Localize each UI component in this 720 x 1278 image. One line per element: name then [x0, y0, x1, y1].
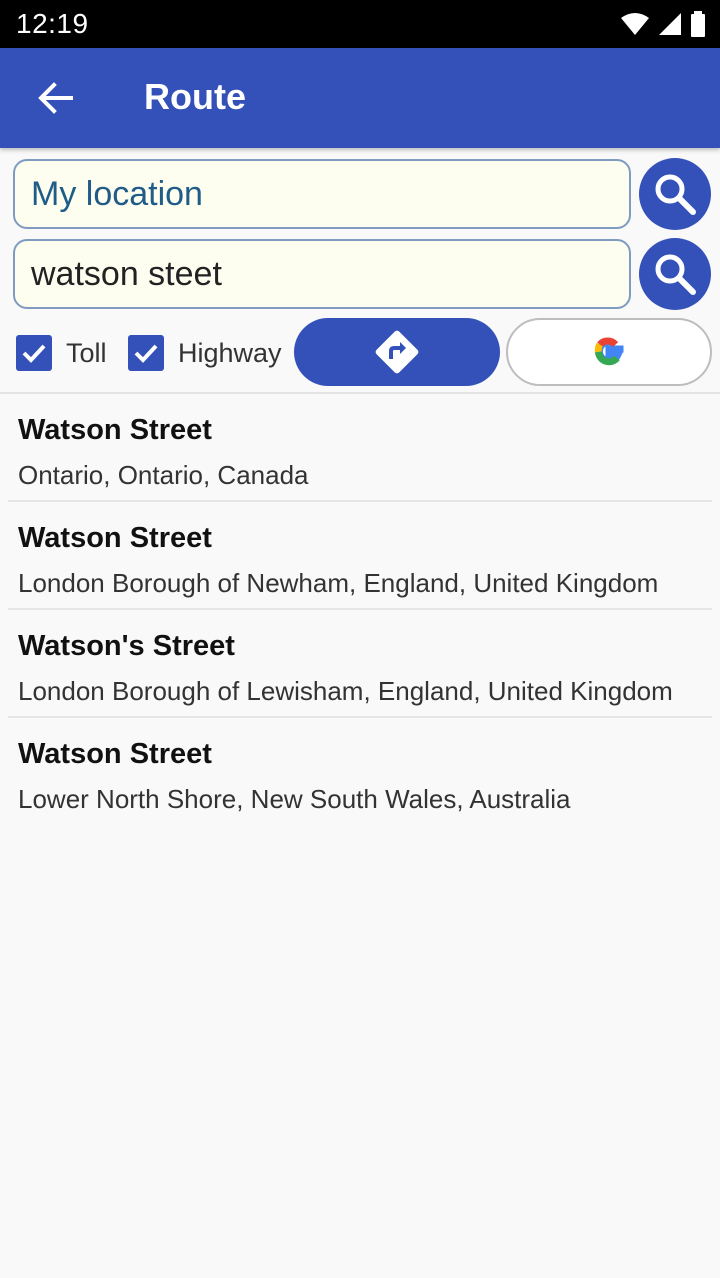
list-item[interactable]: Watson Street Lower North Shore, New Sou…: [8, 718, 712, 824]
destination-input[interactable]: [13, 239, 631, 309]
list-item[interactable]: Watson's Street London Borough of Lewish…: [8, 610, 712, 718]
highway-checkbox[interactable]: [128, 335, 164, 371]
wifi-icon: [621, 13, 649, 35]
app-bar: Route: [0, 48, 720, 148]
cell-signal-icon: [659, 13, 681, 35]
toll-label[interactable]: Toll: [66, 338, 107, 369]
result-name: Watson Street: [18, 522, 212, 554]
google-g-icon: [594, 337, 624, 366]
result-address: London Borough of Newham, England, Unite…: [18, 568, 659, 598]
status-bar: 12:19: [0, 0, 720, 48]
back-button[interactable]: [30, 76, 80, 120]
arrow-left-icon: [38, 82, 73, 114]
search-icon: [655, 174, 696, 215]
get-route-button[interactable]: [294, 318, 500, 386]
check-icon: [22, 344, 46, 363]
directions-icon: [375, 330, 419, 374]
result-address: Lower North Shore, New South Wales, Aust…: [18, 784, 571, 814]
search-icon: [655, 254, 696, 295]
status-icons: [620, 11, 706, 37]
destination-search-button[interactable]: [639, 238, 711, 310]
result-address: Ontario, Ontario, Canada: [18, 460, 309, 490]
origin-search-button[interactable]: [639, 158, 711, 230]
google-maps-button[interactable]: [506, 318, 712, 386]
list-item[interactable]: Watson Street Ontario, Ontario, Canada: [8, 394, 712, 502]
check-icon: [134, 344, 158, 363]
result-name: Watson's Street: [18, 630, 235, 662]
battery-icon: [691, 11, 705, 37]
result-name: Watson Street: [18, 414, 212, 446]
origin-input[interactable]: [13, 159, 631, 229]
toll-checkbox[interactable]: [16, 335, 52, 371]
highway-label[interactable]: Highway: [178, 338, 282, 369]
search-results: Watson Street Ontario, Ontario, Canada W…: [0, 394, 720, 824]
page-title: Route: [144, 76, 246, 117]
status-time: 12:19: [16, 8, 89, 39]
list-item[interactable]: Watson Street London Borough of Newham, …: [8, 502, 712, 610]
result-name: Watson Street: [18, 738, 212, 770]
route-options: Toll Highway: [0, 318, 720, 388]
result-address: London Borough of Lewisham, England, Uni…: [18, 676, 673, 706]
